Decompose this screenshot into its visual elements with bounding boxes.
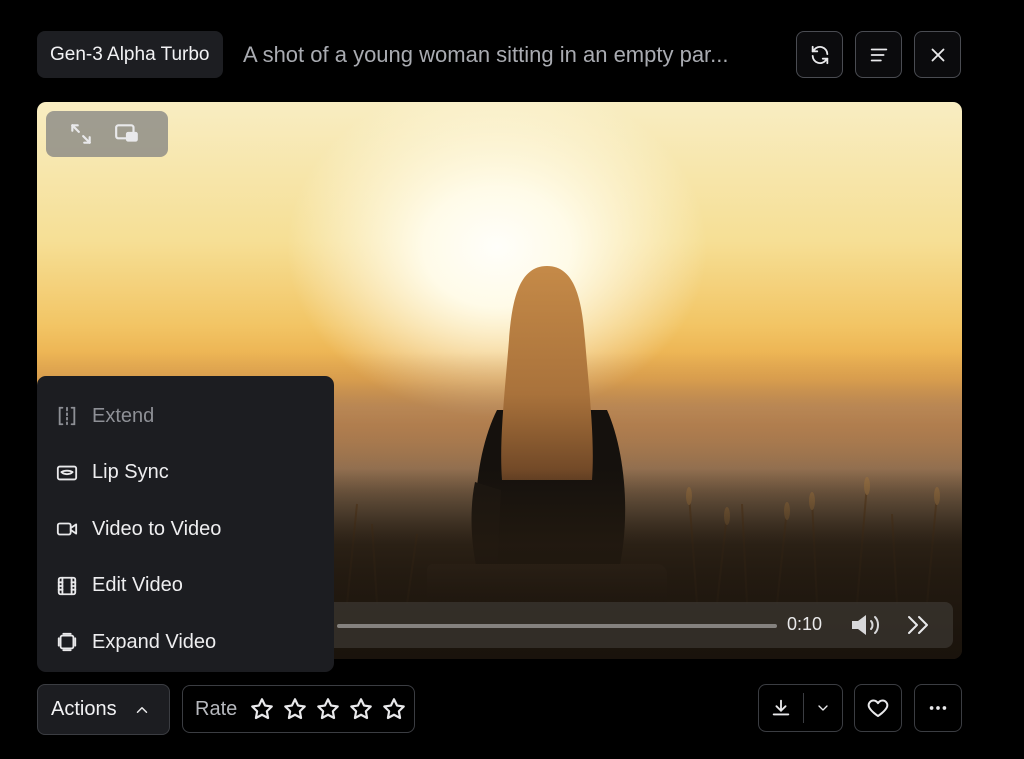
favorite-button[interactable] bbox=[854, 684, 902, 732]
menu-item-video-to-video[interactable]: Video to Video bbox=[37, 501, 334, 558]
rate-label: Rate bbox=[195, 697, 238, 720]
close-button[interactable] bbox=[914, 31, 961, 78]
menu-item-edit-video[interactable]: Edit Video bbox=[37, 558, 334, 615]
star-icon[interactable] bbox=[348, 696, 374, 722]
text-lines-icon bbox=[870, 48, 887, 61]
details-button[interactable] bbox=[855, 31, 902, 78]
model-badge: Gen-3 Alpha Turbo bbox=[37, 31, 223, 78]
close-icon bbox=[931, 48, 944, 61]
regenerate-button[interactable] bbox=[796, 31, 843, 78]
volume-icon[interactable] bbox=[849, 612, 885, 638]
film-icon bbox=[57, 576, 77, 595]
playback-controls: 0:10 bbox=[317, 602, 953, 648]
refresh-icon bbox=[811, 45, 828, 64]
menu-item-label: Edit Video bbox=[92, 574, 183, 597]
actions-label: Actions bbox=[51, 698, 117, 720]
chevron-down-icon bbox=[818, 705, 828, 711]
player-tools bbox=[46, 111, 168, 157]
download-button[interactable] bbox=[759, 693, 804, 723]
more-options-button[interactable] bbox=[914, 684, 962, 732]
star-icon[interactable] bbox=[315, 696, 341, 722]
rating-control: Rate bbox=[182, 685, 415, 733]
star-icon[interactable] bbox=[282, 696, 308, 722]
lip-sync-icon bbox=[56, 465, 78, 481]
picture-in-picture-icon[interactable] bbox=[114, 121, 140, 147]
actions-button[interactable]: Actions bbox=[37, 684, 170, 735]
download-options-button[interactable] bbox=[804, 700, 842, 716]
progress-bar[interactable] bbox=[337, 624, 777, 628]
fullscreen-icon[interactable] bbox=[68, 121, 94, 147]
fast-forward-icon[interactable] bbox=[905, 612, 933, 638]
download-group bbox=[758, 684, 843, 732]
star-icon[interactable] bbox=[249, 696, 275, 722]
menu-item-lip-sync[interactable]: Lip Sync bbox=[37, 445, 334, 502]
expand-video-icon bbox=[57, 633, 77, 652]
menu-item-label: Expand Video bbox=[92, 630, 217, 653]
menu-item-label: Video to Video bbox=[92, 517, 222, 540]
more-horizontal-icon bbox=[929, 706, 947, 710]
heart-icon bbox=[867, 699, 889, 717]
menu-item-label: Lip Sync bbox=[92, 461, 169, 484]
chevron-up-icon bbox=[136, 706, 147, 713]
prompt-text[interactable]: A shot of a young woman sitting in an em… bbox=[243, 31, 778, 78]
star-rating bbox=[249, 696, 407, 722]
time-display: 0:10 bbox=[787, 614, 823, 634]
menu-item-expand-video[interactable]: Expand Video bbox=[37, 614, 334, 671]
extend-icon bbox=[58, 407, 76, 426]
menu-item-extend[interactable]: Extend bbox=[37, 388, 334, 445]
video-camera-icon bbox=[56, 522, 78, 536]
menu-item-label: Extend bbox=[92, 404, 155, 427]
star-icon[interactable] bbox=[381, 696, 407, 722]
actions-menu: Extend Lip Sync Video to Video Edit Vide… bbox=[37, 376, 334, 672]
download-icon bbox=[772, 699, 790, 716]
